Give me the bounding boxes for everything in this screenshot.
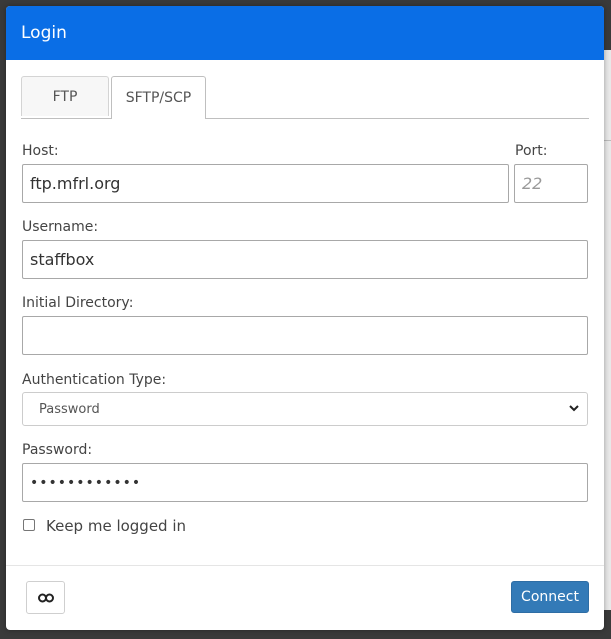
dialog-title: Login	[21, 23, 67, 43]
initial-directory-label: Initial Directory:	[22, 295, 134, 311]
tab-sftp-scp[interactable]: SFTP/SCP	[111, 76, 206, 119]
chevron-down-icon	[569, 405, 579, 412]
password-input[interactable]: ••••••••••••	[22, 463, 588, 502]
dialog-header: Login	[6, 6, 604, 60]
port-label: Port:	[515, 143, 548, 159]
link-icon	[37, 593, 54, 602]
login-dialog: Login FTP SFTP/SCP Host: ftp.mfrl.org Po…	[6, 6, 604, 630]
username-input[interactable]: staffbox	[22, 240, 588, 279]
connect-button[interactable]: Connect	[511, 581, 589, 613]
link-button[interactable]	[26, 581, 65, 614]
protocol-tabs: FTP SFTP/SCP	[21, 76, 589, 119]
auth-type-select[interactable]: Password	[22, 392, 588, 426]
host-input[interactable]: ftp.mfrl.org	[22, 164, 509, 203]
host-label: Host:	[22, 143, 59, 159]
username-label: Username:	[22, 219, 99, 235]
footer-divider	[6, 565, 604, 566]
keep-logged-in-checkbox[interactable]	[23, 519, 35, 531]
password-masked-value: ••••••••••••	[30, 474, 142, 491]
auth-type-selected-value: Password	[39, 401, 100, 417]
password-label: Password:	[22, 442, 93, 458]
initial-directory-input[interactable]	[22, 316, 588, 355]
tab-ftp[interactable]: FTP	[21, 76, 109, 116]
keep-logged-in-label: Keep me logged in	[46, 517, 187, 535]
auth-type-label: Authentication Type:	[22, 372, 167, 388]
port-input[interactable]: 22	[514, 164, 588, 203]
